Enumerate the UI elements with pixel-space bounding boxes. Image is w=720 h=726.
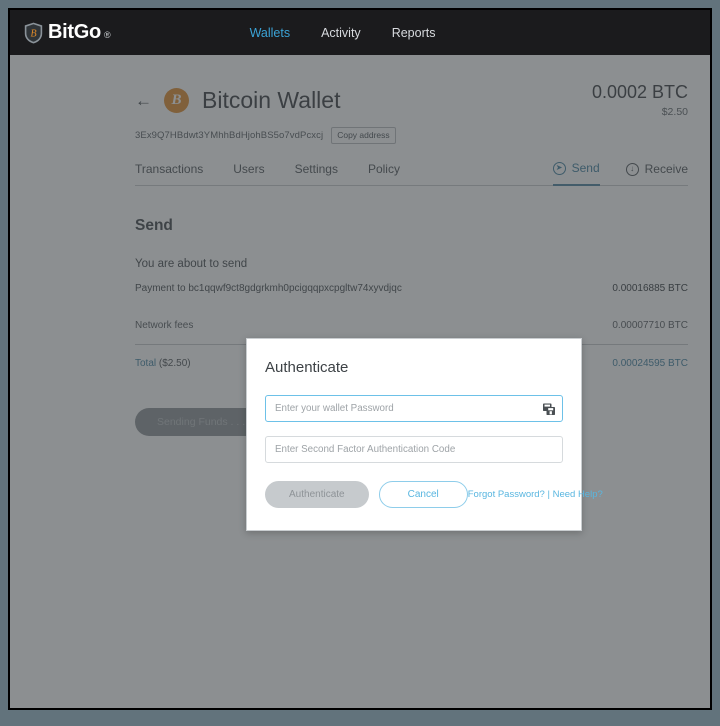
modal-title: Authenticate (265, 359, 349, 376)
top-navigation-bar: B BitGo ® Wallets Activity Reports (10, 10, 710, 55)
page-root: B BitGo ® Wallets Activity Reports ← B B… (10, 10, 710, 708)
top-nav-links: Wallets Activity Reports (250, 26, 436, 40)
password-manager-icon[interactable] (543, 403, 555, 415)
brand-registered-mark: ® (103, 30, 111, 40)
nav-link-wallets[interactable]: Wallets (250, 26, 291, 40)
authenticate-button[interactable]: Authenticate (265, 481, 369, 508)
forgot-password-link[interactable]: Forgot Password? (468, 489, 545, 500)
browser-frame: B BitGo ® Wallets Activity Reports ← B B… (8, 8, 712, 710)
brand-name: BitGo (48, 21, 101, 43)
wallet-password-input[interactable] (265, 395, 563, 422)
svg-text:B: B (30, 28, 36, 39)
authenticate-modal: Authenticate Authenticate Cancel For (246, 338, 603, 531)
modal-actions: Authenticate Cancel Forgot Password? | N… (265, 481, 603, 508)
nav-link-reports[interactable]: Reports (392, 26, 436, 40)
bitgo-shield-icon: B (24, 22, 43, 43)
twofa-field-wrap (265, 436, 563, 463)
second-factor-code-input[interactable] (265, 436, 563, 463)
bitgo-logo[interactable]: B BitGo ® (24, 21, 111, 44)
nav-link-activity[interactable]: Activity (321, 26, 361, 40)
need-help-link[interactable]: Need Help? (553, 489, 603, 500)
link-separator: | (547, 489, 550, 500)
modal-help-links: Forgot Password? | Need Help? (468, 489, 603, 500)
cancel-button[interactable]: Cancel (378, 481, 468, 508)
password-field-wrap (265, 395, 563, 422)
